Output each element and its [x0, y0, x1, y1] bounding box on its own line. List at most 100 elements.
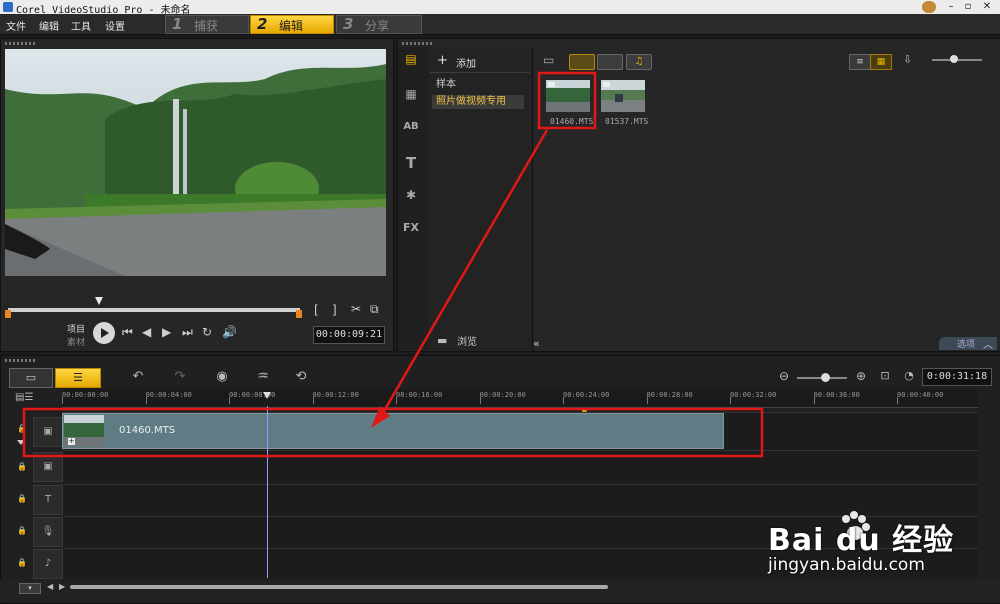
timeline-view-button[interactable]: ☰	[55, 368, 101, 388]
library-grip[interactable]	[402, 42, 432, 45]
lock-icon[interactable]: 🔒	[17, 558, 27, 567]
lock-icon[interactable]: 🔒	[17, 462, 27, 471]
player-timecode[interactable]: 00:00:09:21	[313, 326, 385, 344]
repeat-icon[interactable]: ↻	[202, 325, 212, 339]
music-track-icon[interactable]: ♪	[33, 549, 63, 579]
ruler-tick	[646, 397, 648, 404]
ruler-tick-label: 00:00:12:00	[312, 391, 359, 399]
music-note-icon[interactable]: ♫	[626, 54, 652, 70]
tab-edit[interactable]: 2 编辑	[250, 15, 334, 34]
folder-item-sample[interactable]: 样本	[432, 78, 524, 92]
folder-item-photo-video[interactable]: 照片做视频专用	[432, 95, 524, 109]
browse-label[interactable]: 浏览	[457, 333, 477, 348]
menu-file[interactable]: 文件	[6, 18, 26, 33]
show-video-toggle[interactable]	[569, 54, 595, 70]
track-manager-icon[interactable]: ▤☰	[15, 392, 33, 403]
go-start-icon[interactable]: ⏮	[122, 325, 133, 340]
thumbnail-01460[interactable]	[546, 80, 590, 112]
undo-icon[interactable]: ↶	[127, 369, 149, 384]
options-button[interactable]: 选项 ︿	[939, 337, 997, 351]
media-icon[interactable]: ▤	[400, 52, 422, 72]
collapse-triangle-icon[interactable]	[17, 440, 25, 445]
menu-tools[interactable]: 工具	[71, 18, 91, 33]
audio-mixer-icon[interactable]: ♒	[252, 369, 274, 384]
tab-edit-num: 2	[257, 15, 268, 33]
lock-icon[interactable]: 🔒	[17, 424, 27, 433]
timeline-grip[interactable]	[5, 359, 35, 362]
list-view-icon[interactable]: ≡	[849, 54, 871, 70]
video-clip[interactable]: + 01460.MTS	[62, 413, 724, 449]
add-icon[interactable]: +	[437, 53, 448, 68]
thumb-image	[546, 80, 590, 112]
thumbnail-caption-1: 01460.MTS	[550, 117, 594, 126]
next-frame-icon[interactable]: ▶	[162, 325, 171, 339]
zoom-out-icon[interactable]: ⊖	[773, 369, 795, 383]
scissors-icon[interactable]: ✂	[351, 302, 361, 316]
ruler-tick	[145, 397, 147, 404]
overlay-track[interactable]	[62, 450, 978, 485]
timeline-scroll-toggle[interactable]: ▾	[19, 583, 41, 594]
panel-grip[interactable]	[5, 42, 35, 45]
mark-out-handle[interactable]	[296, 310, 302, 318]
zoom-knob[interactable]	[821, 373, 830, 382]
ruler-tick-label: 00:00:40:00	[897, 391, 944, 399]
thumbnail-view-icon[interactable]: ▦	[870, 54, 892, 70]
menu-edit[interactable]: 编辑	[39, 18, 59, 33]
scrubber-track[interactable]	[8, 308, 300, 312]
browse-icon[interactable]: ▬	[437, 334, 447, 347]
prev-frame-icon[interactable]: ◀	[142, 325, 151, 339]
video-track-icon[interactable]: ▣	[33, 417, 63, 447]
ruler-tick	[813, 397, 815, 404]
graphic-icon[interactable]: ✱	[400, 188, 422, 208]
add-folder-label[interactable]: 添加	[456, 55, 476, 70]
mark-out-bracket-icon[interactable]: ]	[332, 303, 337, 317]
ruler-tick	[730, 397, 731, 404]
scroll-right-icon[interactable]: ▶	[59, 582, 65, 591]
horizontal-scrollbar[interactable]	[70, 585, 608, 589]
show-photo-toggle[interactable]	[597, 54, 623, 70]
motion-track-icon[interactable]: ⟲	[290, 369, 312, 384]
enlarge-icon[interactable]: ⧉	[370, 302, 379, 317]
thumbnail-01537[interactable]	[601, 80, 645, 112]
thumb-size-knob[interactable]	[950, 55, 958, 63]
tab-capture[interactable]: 1 捕获	[165, 15, 249, 34]
app-icon	[3, 2, 13, 12]
tab-share[interactable]: 3 分享	[336, 15, 422, 34]
transition-icon[interactable]: ▦	[400, 87, 422, 107]
mark-in-handle[interactable]	[5, 310, 11, 318]
redo-icon[interactable]: ↷	[169, 369, 191, 384]
ruler-tick-label: 00:00:16:00	[396, 391, 443, 399]
maximize-button[interactable]: ▫	[961, 1, 975, 13]
lock-icon[interactable]: 🔒	[17, 494, 27, 503]
sort-icon[interactable]: ⇩	[903, 53, 912, 66]
minimize-button[interactable]: –	[944, 1, 958, 13]
scroll-left-icon[interactable]: ◀	[47, 582, 53, 591]
mode-clip[interactable]: 素材	[67, 335, 85, 348]
overlay-track-icon[interactable]: ▣	[33, 452, 63, 482]
close-button[interactable]: ✕	[980, 1, 994, 13]
title-track-icon[interactable]: T	[33, 485, 63, 515]
voice-track-icon[interactable]: 🎙	[33, 517, 63, 547]
filter-fx-icon[interactable]: FX	[400, 221, 422, 241]
lock-icon[interactable]: 🔒	[17, 526, 27, 535]
ruler-tick	[563, 397, 564, 404]
title-ab-icon[interactable]: AB	[400, 121, 422, 141]
volume-icon[interactable]: 🔊	[222, 325, 237, 339]
mode-project[interactable]: 项目	[67, 322, 85, 335]
menu-settings[interactable]: 设置	[105, 18, 125, 33]
folder-icon[interactable]: ▭	[543, 53, 554, 67]
mark-in-bracket-icon[interactable]: [	[314, 303, 319, 317]
storyboard-view-button[interactable]: ▭	[9, 368, 53, 388]
zoom-in-icon[interactable]: ⊕	[850, 369, 872, 383]
help-icon[interactable]	[922, 1, 936, 13]
text-t-icon[interactable]: T	[400, 154, 422, 174]
tab-capture-label: 捕获	[194, 19, 219, 33]
fit-project-icon[interactable]: ⊡	[874, 369, 896, 382]
scrubber-handle[interactable]	[95, 297, 103, 305]
record-capture-icon[interactable]: ◉	[211, 369, 233, 384]
playhead-marker[interactable]	[263, 392, 271, 399]
go-end-icon[interactable]: ⏭	[182, 325, 193, 340]
project-duration: 0:00:31:18	[922, 368, 992, 386]
collapse-icon[interactable]: «	[533, 337, 540, 350]
play-button[interactable]	[93, 322, 115, 344]
